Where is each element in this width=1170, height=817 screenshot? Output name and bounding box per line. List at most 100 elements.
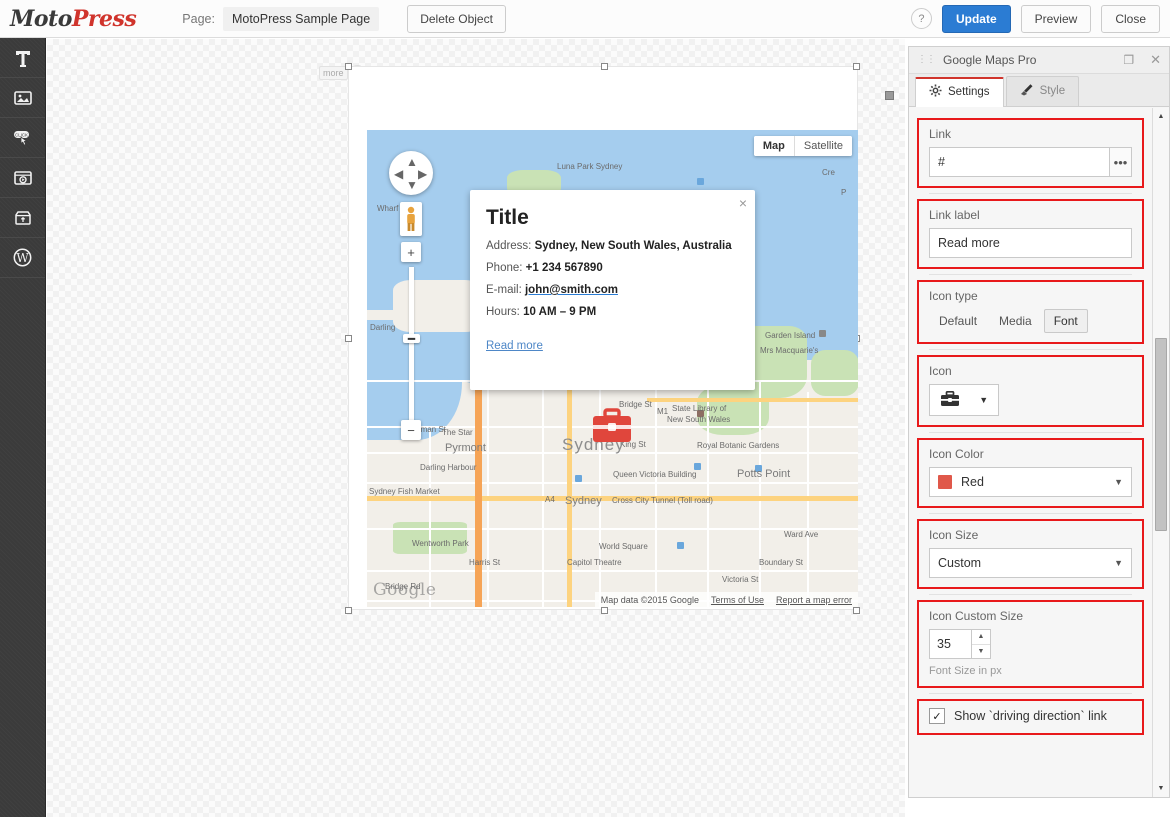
- info-value-address: Sydney, New South Wales, Australia: [535, 240, 732, 252]
- field-link-label: Link: [929, 127, 1132, 141]
- terms-of-use-link[interactable]: Terms of Use: [711, 595, 764, 605]
- restore-window-icon[interactable]: ❐: [1123, 53, 1134, 67]
- pan-left-icon[interactable]: ◀: [394, 167, 403, 181]
- google-map[interactable]: Luna Park SydneyCrePWharf RdDarlingGarde…: [367, 130, 858, 607]
- map-object-container[interactable]: Luna Park SydneyCrePWharf RdDarlingGarde…: [348, 66, 858, 610]
- icon-type-media-option[interactable]: Media: [989, 309, 1042, 333]
- pan-control[interactable]: ▲ ◀ ▶ ▼: [389, 151, 433, 195]
- info-window-read-more-link[interactable]: Read more: [486, 340, 543, 352]
- map-label: P: [841, 188, 846, 197]
- poi-marker: [697, 178, 704, 185]
- field-link: Link # •••: [917, 118, 1144, 188]
- info-label-address: Address:: [486, 240, 531, 252]
- field-divider: [929, 349, 1132, 350]
- poi-marker: [819, 330, 826, 337]
- zoom-in-button[interactable]: +: [401, 242, 421, 262]
- stepper-up-icon[interactable]: ▲: [972, 630, 990, 645]
- icon-type-font-option[interactable]: Font: [1044, 309, 1088, 333]
- brush-icon: [1020, 83, 1034, 99]
- delete-object-button[interactable]: Delete Object: [407, 5, 506, 33]
- link-browse-button[interactable]: •••: [1109, 147, 1132, 177]
- scrollbar-thumb[interactable]: [1155, 338, 1167, 531]
- map-label: Royal Botanic Gardens: [697, 441, 779, 450]
- stepper-down-icon[interactable]: ▼: [972, 645, 990, 659]
- map-label: Luna Park Sydney: [557, 162, 622, 171]
- sidebar-item-button[interactable]: CLICK: [0, 118, 45, 158]
- field-icon-type: Icon type Default Media Font: [917, 280, 1144, 344]
- tab-style[interactable]: Style: [1006, 76, 1080, 106]
- editor-canvas[interactable]: more ↕: [47, 39, 905, 817]
- selection-handle-bm[interactable]: [601, 607, 608, 614]
- link-input-group: # •••: [929, 147, 1132, 177]
- briefcase-marker-icon[interactable]: [591, 408, 633, 450]
- object-drag-handle[interactable]: [885, 91, 894, 100]
- icon-size-value: Custom: [938, 556, 981, 570]
- map-info-window[interactable]: × Title Address: Sydney, New South Wales…: [470, 190, 755, 390]
- zoom-slider-track[interactable]: [409, 267, 414, 436]
- map-type-control[interactable]: Map Satellite: [754, 136, 852, 156]
- page-title-field[interactable]: MotoPress Sample Page: [223, 7, 379, 31]
- pan-up-icon[interactable]: ▲: [406, 155, 418, 169]
- map-label: Victoria St: [722, 575, 758, 584]
- chevron-down-icon[interactable]: ▼: [1114, 558, 1123, 568]
- field-divider: [929, 513, 1132, 514]
- toolbar-actions: ? Update Preview Close: [911, 5, 1160, 33]
- close-icon[interactable]: ✕: [1150, 52, 1161, 68]
- icon-custom-size-stepper[interactable]: 35 ▲ ▼: [929, 629, 991, 659]
- pan-down-icon[interactable]: ▼: [406, 178, 418, 192]
- close-button[interactable]: Close: [1101, 5, 1160, 33]
- icon-picker-dropdown[interactable]: ▼: [929, 384, 999, 416]
- icon-type-default-option[interactable]: Default: [929, 309, 987, 333]
- update-button[interactable]: Update: [942, 5, 1011, 33]
- info-label-phone: Phone:: [486, 262, 522, 274]
- info-value-email[interactable]: john@smith.com: [525, 284, 618, 296]
- selection-handle-bl[interactable]: [345, 607, 352, 614]
- sidebar-item-wordpress[interactable]: W: [0, 238, 45, 278]
- icon-custom-size-input[interactable]: 35: [929, 629, 971, 659]
- scroll-up-icon[interactable]: ▲: [1153, 108, 1169, 125]
- selection-handle-br[interactable]: [853, 607, 860, 614]
- map-type-satellite[interactable]: Satellite: [795, 136, 852, 156]
- tab-settings[interactable]: Settings: [915, 77, 1004, 107]
- sidebar-item-media[interactable]: [0, 158, 45, 198]
- preview-button[interactable]: Preview: [1021, 5, 1092, 33]
- panel-header[interactable]: ⋮⋮ Google Maps Pro ❐ ✕: [909, 47, 1169, 74]
- close-icon[interactable]: ×: [739, 196, 747, 210]
- field-divider: [929, 193, 1132, 194]
- zoom-out-button[interactable]: −: [401, 420, 421, 440]
- driving-direction-row[interactable]: ✓ Show `driving direction` link: [929, 708, 1132, 724]
- info-row-address: Address: Sydney, New South Wales, Austra…: [486, 230, 755, 252]
- pan-right-icon[interactable]: ▶: [418, 167, 427, 181]
- map-label: Darling: [370, 323, 395, 332]
- sidebar-item-package[interactable]: [0, 198, 45, 238]
- zoom-slider-thumb[interactable]: ━: [403, 334, 420, 343]
- map-label: Garden Island: [765, 331, 815, 340]
- map-label: Cross City Tunnel (Toll road): [612, 496, 713, 505]
- selection-handle-tr[interactable]: [853, 63, 860, 70]
- logo-press: Press: [72, 6, 136, 32]
- icon-color-select[interactable]: Red ▼: [929, 467, 1132, 497]
- link-input[interactable]: #: [929, 147, 1109, 177]
- gear-icon: [929, 84, 942, 100]
- selection-handle-tm[interactable]: [601, 63, 608, 70]
- text-icon: [13, 48, 33, 68]
- sidebar-item-image[interactable]: [0, 78, 45, 118]
- panel-drag-grip[interactable]: ⋮⋮: [917, 55, 935, 65]
- report-map-error-link[interactable]: Report a map error: [776, 595, 852, 605]
- field-icon-color: Icon Color Red ▼: [917, 438, 1144, 508]
- sidebar-item-text[interactable]: [0, 38, 45, 78]
- icon-size-select[interactable]: Custom ▼: [929, 548, 1132, 578]
- help-button[interactable]: ?: [911, 8, 932, 29]
- google-watermark: Google: [373, 580, 436, 600]
- pegman-streetview-icon[interactable]: [400, 202, 422, 236]
- scroll-down-icon[interactable]: ▼: [1153, 780, 1169, 797]
- panel-scrollbar[interactable]: ▲ ▼: [1152, 108, 1169, 797]
- selection-handle-tl[interactable]: [345, 63, 352, 70]
- tools-sidebar: CLICK W: [0, 38, 46, 817]
- selection-handle-ml[interactable]: [345, 335, 352, 342]
- map-type-map[interactable]: Map: [754, 136, 795, 156]
- driving-direction-checkbox[interactable]: ✓: [929, 708, 945, 724]
- chevron-down-icon[interactable]: ▼: [1114, 477, 1123, 487]
- link-label-input[interactable]: Read more: [929, 228, 1132, 258]
- chevron-down-icon[interactable]: ▼: [979, 395, 988, 405]
